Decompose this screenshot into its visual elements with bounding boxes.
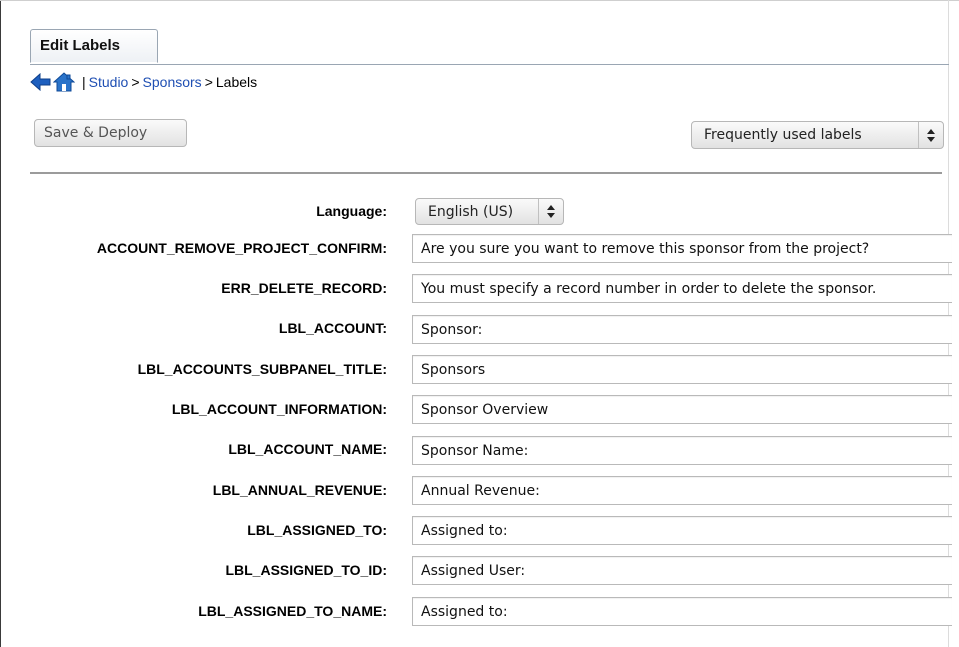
label-key: LBL_ACCOUNT_INFORMATION: <box>171 401 387 417</box>
home-icon[interactable] <box>52 72 76 92</box>
window-left-border <box>0 0 1 647</box>
label-value-input[interactable] <box>412 355 952 384</box>
label-value-input[interactable] <box>412 556 952 585</box>
breadcrumb: | Studio > Sponsors > Labels <box>30 71 257 93</box>
save-deploy-button[interactable]: Save & Deploy <box>34 119 187 147</box>
label-filter-value: Frequently used labels <box>704 127 862 143</box>
tab-strip: Edit Labels <box>30 29 949 65</box>
label-key: LBL_ASSIGNED_TO: <box>247 522 387 538</box>
select-arrows-icon <box>918 122 943 148</box>
label-value-input[interactable] <box>412 274 952 303</box>
breadcrumb-arrow: > <box>131 74 140 90</box>
divider <box>30 172 942 174</box>
label-key: LBL_ACCOUNT_NAME: <box>228 441 387 457</box>
label-value-input[interactable] <box>412 234 952 263</box>
label-filter-select[interactable]: Frequently used labels <box>691 121 944 149</box>
label-key: LBL_ACCOUNT: <box>278 320 387 336</box>
breadcrumb-arrow: > <box>204 74 213 90</box>
label-key: ACCOUNT_REMOVE_PROJECT_CONFIRM: <box>96 240 387 256</box>
label-value-input[interactable] <box>412 436 952 465</box>
breadcrumb-sponsors-link[interactable]: Sponsors <box>143 74 202 90</box>
label-key: LBL_ANNUAL_REVENUE: <box>212 482 387 498</box>
language-label: Language: <box>316 203 387 219</box>
label-value-input[interactable] <box>412 315 952 344</box>
language-value: English (US) <box>428 204 514 220</box>
label-value-input[interactable] <box>412 395 952 424</box>
label-key: LBL_ACCOUNTS_SUBPANEL_TITLE: <box>137 361 387 377</box>
breadcrumb-current: Labels <box>215 74 258 90</box>
label-key: ERR_DELETE_RECORD: <box>221 280 387 296</box>
label-key: LBL_ASSIGNED_TO_ID: <box>225 562 387 578</box>
breadcrumb-separator: | <box>82 74 86 90</box>
label-key: LBL_ASSIGNED_TO_NAME: <box>198 603 387 619</box>
label-value-input[interactable] <box>412 476 952 505</box>
tab-edit-labels[interactable]: Edit Labels <box>30 29 158 63</box>
label-value-input[interactable] <box>412 516 952 545</box>
breadcrumb-studio-link[interactable]: Studio <box>89 74 129 90</box>
label-value-input[interactable] <box>412 597 952 626</box>
back-arrow-icon[interactable] <box>30 72 52 92</box>
window-top-border <box>0 0 959 1</box>
select-arrows-icon <box>538 199 563 224</box>
language-select[interactable]: English (US) <box>415 198 564 225</box>
